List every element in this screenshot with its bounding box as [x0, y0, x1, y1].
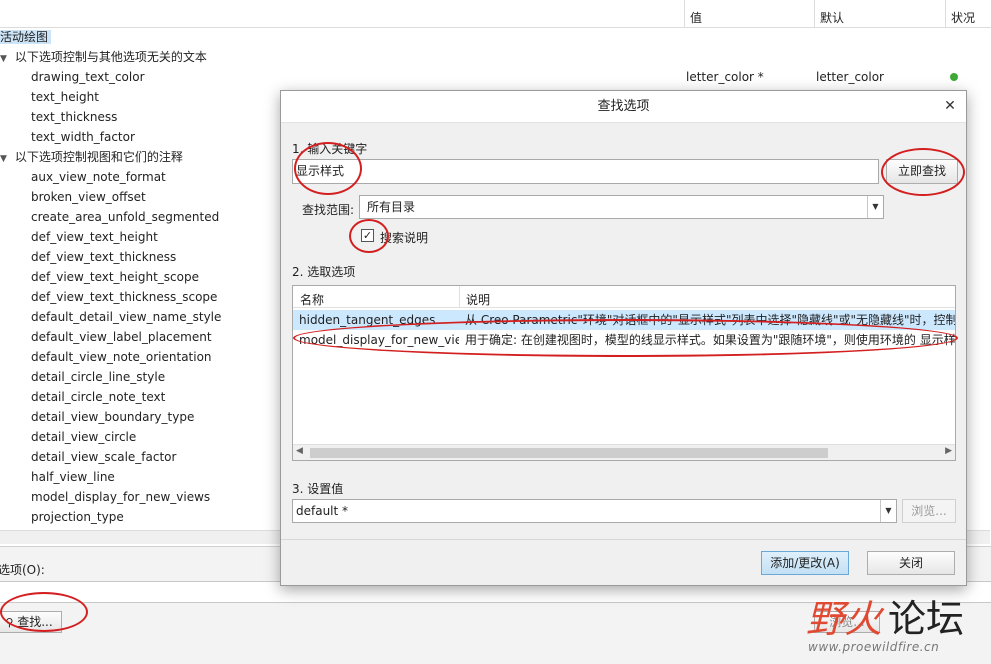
- result-row[interactable]: hidden_tangent_edges 从 Creo Parametric"环境…: [293, 310, 955, 330]
- tree-option-item[interactable]: def_view_text_height: [31, 227, 158, 247]
- tree-group-label: 以下选项控制视图和它们的注释: [14, 150, 183, 164]
- find-button[interactable]: ⚲ 查找...: [0, 611, 62, 633]
- search-icon: ⚲: [5, 616, 14, 629]
- scroll-left-icon[interactable]: ◀: [296, 446, 303, 456]
- tree-option-item[interactable]: def_view_text_thickness_scope: [31, 287, 217, 307]
- tree-root-label: 活动绘图: [0, 30, 52, 44]
- search-description-label[interactable]: 搜索说明: [380, 229, 428, 246]
- column-status[interactable]: 状况: [951, 9, 975, 26]
- result-description: 用于确定: 在创建视图时，模型的线显示样式。如果设置为"跟随环境"，则使用环境的…: [465, 333, 955, 347]
- tree-option-item[interactable]: create_area_unfold_segmented: [31, 207, 219, 227]
- drawing-text-color-value[interactable]: letter_color *: [686, 67, 764, 87]
- tree-option-item[interactable]: detail_circle_note_text: [31, 387, 165, 407]
- watermark-brand-left: 野火: [806, 597, 883, 641]
- tree-option-item[interactable]: text_thickness: [31, 107, 117, 127]
- result-row[interactable]: model_display_for_new_views 用于确定: 在创建视图时，…: [293, 330, 955, 350]
- watermark-url: www.proewildfire.cn: [808, 640, 940, 654]
- tree-option-item[interactable]: detail_circle_line_style: [31, 367, 165, 387]
- dialog-separator: [281, 539, 966, 540]
- tree-option-item[interactable]: half_view_line: [31, 467, 115, 487]
- keyword-input[interactable]: 显示样式: [292, 159, 879, 184]
- close-button-label: 关闭: [898, 556, 923, 570]
- tree-group-text[interactable]: ▼ 以下选项控制与其他选项无关的文本: [0, 47, 207, 67]
- step1-label: 1. 输入关键字: [292, 142, 368, 156]
- step3-label: 3. 设置值: [292, 482, 344, 496]
- step2-label: 2. 选取选项: [292, 265, 356, 279]
- scope-value: 所有目录: [367, 200, 416, 214]
- set-value: default *: [296, 504, 349, 518]
- scrollbar-thumb[interactable]: [310, 448, 828, 458]
- tree-group-views[interactable]: ▼ 以下选项控制视图和它们的注释: [0, 147, 183, 167]
- watermark-logo: 野火 论坛: [806, 598, 964, 640]
- dialog-browse-label: 浏览...: [911, 504, 947, 518]
- dialog-title: 查找选项: [597, 99, 650, 114]
- tree-option-item[interactable]: broken_view_offset: [31, 187, 146, 207]
- results-horizontal-scrollbar[interactable]: ◀ ▶: [293, 444, 955, 460]
- dialog-browse-button[interactable]: 浏览...: [902, 499, 956, 523]
- column-value[interactable]: 值: [690, 9, 702, 26]
- add-change-button[interactable]: 添加/更改(A): [761, 551, 849, 575]
- scroll-right-icon[interactable]: ▶: [945, 446, 952, 456]
- column-separator: [814, 0, 815, 28]
- tree-option-item[interactable]: drawing_text_color: [31, 67, 145, 87]
- find-options-dialog: 查找选项 ✕ 1. 输入关键字 显示样式 立即查找 查找范围: 所有目录 ▼ ✓…: [280, 90, 967, 586]
- tree-option-item[interactable]: default_view_label_placement: [31, 327, 212, 347]
- result-description: 从 Creo Parametric"环境"对话框中的"显示样式"列表中选择"隐藏…: [465, 313, 955, 327]
- option-label: 选项(O):: [0, 563, 45, 577]
- tree-option-item[interactable]: default_detail_view_name_style: [31, 307, 221, 327]
- tree-option-item[interactable]: text_height: [31, 87, 99, 107]
- close-icon[interactable]: ✕: [942, 98, 958, 114]
- watermark-brand-right: 论坛: [888, 597, 965, 641]
- column-header: 值 默认 状况: [0, 0, 991, 28]
- result-name: hidden_tangent_edges: [299, 313, 436, 327]
- drawing-text-color-default: letter_color: [816, 70, 884, 84]
- scope-label: 查找范围:: [302, 203, 355, 217]
- close-button[interactable]: 关闭: [867, 551, 955, 575]
- add-change-label: 添加/更改(A): [770, 556, 840, 570]
- dropdown-arrow-icon[interactable]: ▼: [880, 500, 896, 522]
- collapse-caret-icon[interactable]: ▼: [0, 149, 9, 169]
- tree-option-item[interactable]: detail_view_circle: [31, 427, 136, 447]
- column-separator: [459, 286, 460, 308]
- dropdown-arrow-icon[interactable]: ▼: [867, 196, 883, 218]
- tree-option-item[interactable]: model_display_for_new_views: [31, 487, 210, 507]
- find-now-button[interactable]: 立即查找: [886, 159, 958, 184]
- search-description-checkbox[interactable]: ✓: [361, 229, 374, 242]
- find-button-label: 查找...: [17, 615, 53, 629]
- tree-option-item[interactable]: projection_type: [31, 507, 124, 527]
- tree-option-item[interactable]: detail_view_boundary_type: [31, 407, 194, 427]
- column-separator: [684, 0, 685, 28]
- tree-option-item[interactable]: detail_view_scale_factor: [31, 447, 176, 467]
- column-default[interactable]: 默认: [820, 9, 844, 26]
- tree-option-item[interactable]: def_view_text_height_scope: [31, 267, 199, 287]
- dialog-title-bar[interactable]: 查找选项 ✕: [281, 91, 966, 123]
- tree-root[interactable]: 活动绘图: [0, 27, 52, 47]
- column-name[interactable]: 名称: [300, 291, 324, 308]
- result-name: model_display_for_new_views: [299, 333, 459, 347]
- scope-select[interactable]: 所有目录 ▼: [359, 195, 884, 219]
- status-ok-icon: [950, 73, 958, 81]
- tree-option-item[interactable]: def_view_text_thickness: [31, 247, 176, 267]
- column-desc[interactable]: 说明: [466, 291, 490, 308]
- results-list-header: 名称 说明: [293, 286, 955, 308]
- collapse-caret-icon[interactable]: ▼: [0, 49, 9, 69]
- find-now-label: 立即查找: [897, 164, 946, 178]
- tree-option-item[interactable]: text_width_factor: [31, 127, 135, 147]
- keyword-value: 显示样式: [296, 164, 345, 178]
- column-separator: [945, 0, 946, 28]
- tree-option-item[interactable]: default_view_note_orientation: [31, 347, 212, 367]
- tree-group-label: 以下选项控制与其他选项无关的文本: [14, 50, 207, 64]
- tree-option-item[interactable]: aux_view_note_format: [31, 167, 166, 187]
- results-list[interactable]: 名称 说明 hidden_tangent_edges 从 Creo Paramet…: [292, 285, 956, 461]
- set-value-select[interactable]: default * ▼: [292, 499, 897, 523]
